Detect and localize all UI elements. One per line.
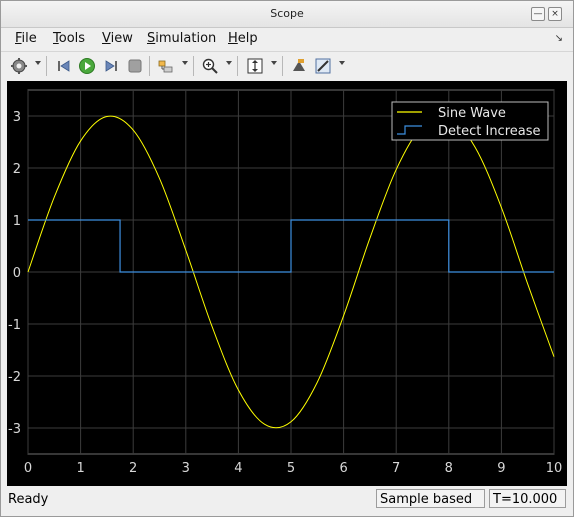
menu-help[interactable]: Help bbox=[228, 31, 258, 46]
y-tick-label: -2 bbox=[8, 370, 21, 385]
close-icon[interactable]: × bbox=[548, 7, 562, 21]
dock-icon[interactable]: ↘ bbox=[555, 33, 563, 44]
zoom-in-icon[interactable] bbox=[199, 55, 221, 77]
status-text: Ready bbox=[8, 492, 49, 507]
legend-label: Sine Wave bbox=[438, 106, 506, 121]
fit-dropdown-arrow-icon[interactable] bbox=[271, 61, 277, 65]
toolbar-separator bbox=[193, 56, 194, 76]
menu-file[interactable]: File bbox=[15, 31, 37, 46]
x-tick-label: 2 bbox=[129, 461, 137, 476]
toolbar-separator bbox=[46, 56, 47, 76]
x-tick-label: 4 bbox=[234, 461, 242, 476]
x-tick-label: 8 bbox=[445, 461, 453, 476]
minimize-icon[interactable]: — bbox=[531, 7, 545, 21]
fit-axes-icon[interactable] bbox=[244, 55, 266, 77]
x-tick-label: 9 bbox=[497, 461, 505, 476]
x-tick-label: 7 bbox=[392, 461, 400, 476]
scope-display[interactable]: 0 1 2 3 4 5 6 7 8 9 10 3 2 1 0 -1 -2 -3 Sine Wave Detect In… bbox=[7, 81, 567, 486]
x-tick-label: 1 bbox=[76, 461, 84, 476]
y-tick-label: 2 bbox=[13, 162, 21, 177]
x-tick-label: 10 bbox=[546, 461, 563, 476]
x-tick-label: 6 bbox=[339, 461, 347, 476]
y-tick-label: -3 bbox=[8, 422, 21, 437]
y-tick-label: 3 bbox=[13, 110, 21, 125]
run-icon[interactable] bbox=[76, 55, 98, 77]
settings-dropdown-arrow-icon[interactable] bbox=[35, 61, 41, 65]
x-tick-label: 0 bbox=[24, 461, 32, 476]
menu-bar: File Tools View Simulation Help ↘ bbox=[1, 28, 573, 50]
style-edit-icon[interactable] bbox=[312, 55, 334, 77]
toolbar bbox=[1, 51, 573, 80]
menu-simulation[interactable]: Simulation bbox=[147, 31, 216, 46]
scope-window: Scope — × File Tools View Simulation Hel… bbox=[0, 0, 574, 517]
style-dropdown-arrow-icon[interactable] bbox=[339, 61, 345, 65]
y-tick-label: 1 bbox=[13, 214, 21, 229]
step-back-icon[interactable] bbox=[53, 55, 75, 77]
menu-tools[interactable]: Tools bbox=[53, 31, 85, 46]
title-bar[interactable]: Scope — × bbox=[1, 1, 573, 28]
signal-select-icon[interactable] bbox=[155, 55, 177, 77]
highlight-icon[interactable] bbox=[288, 55, 310, 77]
legend-label: Detect Increase bbox=[438, 124, 541, 139]
window-title: Scope bbox=[270, 7, 304, 20]
toolbar-separator bbox=[149, 56, 150, 76]
simulation-time-box: T=10.000 bbox=[489, 489, 566, 508]
stop-icon[interactable] bbox=[124, 55, 146, 77]
sample-mode-box: Sample based bbox=[376, 489, 485, 508]
menu-view[interactable]: View bbox=[102, 31, 133, 46]
y-tick-label: -1 bbox=[8, 318, 21, 333]
x-tick-label: 5 bbox=[287, 461, 295, 476]
settings-gear-icon[interactable] bbox=[8, 55, 30, 77]
toolbar-separator bbox=[282, 56, 283, 76]
toolbar-separator bbox=[237, 56, 238, 76]
scope-chart[interactable]: 0 1 2 3 4 5 6 7 8 9 103210-1-2-3Sine WaveDetect In… bbox=[7, 81, 567, 486]
step-forward-icon[interactable] bbox=[100, 55, 122, 77]
y-tick-label: 0 bbox=[13, 266, 21, 281]
signal-dropdown-arrow-icon[interactable] bbox=[182, 61, 188, 65]
x-tick-label: 3 bbox=[182, 461, 190, 476]
status-bar: Ready Sample based T=10.000 bbox=[1, 487, 573, 516]
zoom-dropdown-arrow-icon[interactable] bbox=[226, 61, 232, 65]
